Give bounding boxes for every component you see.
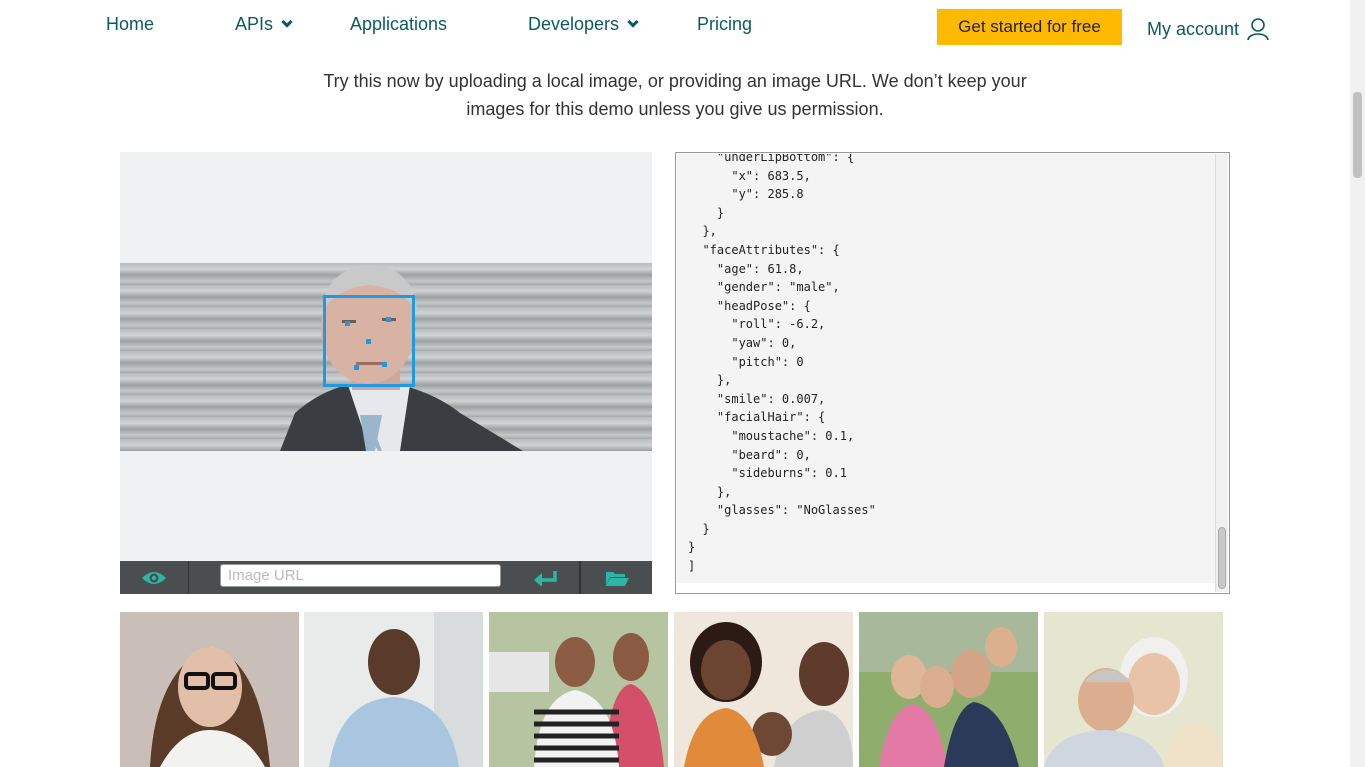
json-result-text: "underLipBottom": { "x": 683.5, "y": 285… [688,154,876,574]
json-result-panel: "underLipBottom": { "x": 683.5, "y": 285… [675,152,1230,594]
face-landmark [386,317,391,322]
nav-apis[interactable]: APIs [235,14,293,35]
intro-line-2: images for this demo unless you give us … [466,99,884,119]
sample-images [120,612,1230,767]
enter-icon [533,570,557,586]
face-landmark [382,362,387,367]
image-toolbar [120,561,652,594]
eye-icon [142,571,166,584]
face-landmark [354,365,359,370]
user-icon [1247,18,1269,41]
sample-image-1[interactable] [120,612,299,767]
face-landmark [345,321,350,326]
chevron-down-icon [627,16,639,28]
sample-image-6[interactable] [1044,612,1223,767]
sample-image-2[interactable] [304,612,483,767]
nav-applications-label: Applications [350,14,448,34]
image-preview-panel [120,152,652,594]
my-account-label: My account [1147,18,1240,39]
page-scrollbar-thumb[interactable] [1353,92,1362,178]
nav-home-label: Home [106,14,155,34]
folder-icon [606,571,629,586]
nav-developers-label: Developers [528,14,620,34]
intro-text: Try this now by uploading a local image,… [300,67,1050,123]
sample-image-5[interactable] [859,612,1038,767]
json-scrollbar-thumb[interactable] [1218,527,1226,589]
submit-url-button[interactable] [511,561,581,594]
sample-image-4[interactable] [674,612,853,767]
json-scrollbar[interactable] [1215,154,1228,592]
nav-developers[interactable]: Developers [528,14,639,35]
intro-line-1: Try this now by uploading a local image,… [323,71,1027,91]
face-landmark [366,339,371,344]
sample-image-3[interactable] [489,612,668,767]
get-started-label: Get started for free [958,17,1101,36]
nav-applications[interactable]: Applications [350,14,447,35]
analyzed-photo [120,263,652,451]
nav-apis-label: APIs [235,14,274,34]
get-started-button[interactable]: Get started for free [937,9,1122,45]
nav-pricing-label: Pricing [697,14,753,34]
nav-home[interactable]: Home [106,14,154,35]
image-url-input[interactable] [220,564,501,587]
top-nav: Home APIs Applications Developers Pricin… [0,0,1350,52]
my-account-link[interactable]: My account [1147,17,1269,41]
chevron-down-icon [281,16,293,28]
json-result-viewport[interactable]: "underLipBottom": { "x": 683.5, "y": 285… [677,154,1215,583]
page-scrollbar[interactable] [1350,0,1365,767]
upload-local-button[interactable] [582,561,652,594]
nav-pricing[interactable]: Pricing [697,14,752,35]
show-image-button[interactable] [120,561,189,594]
